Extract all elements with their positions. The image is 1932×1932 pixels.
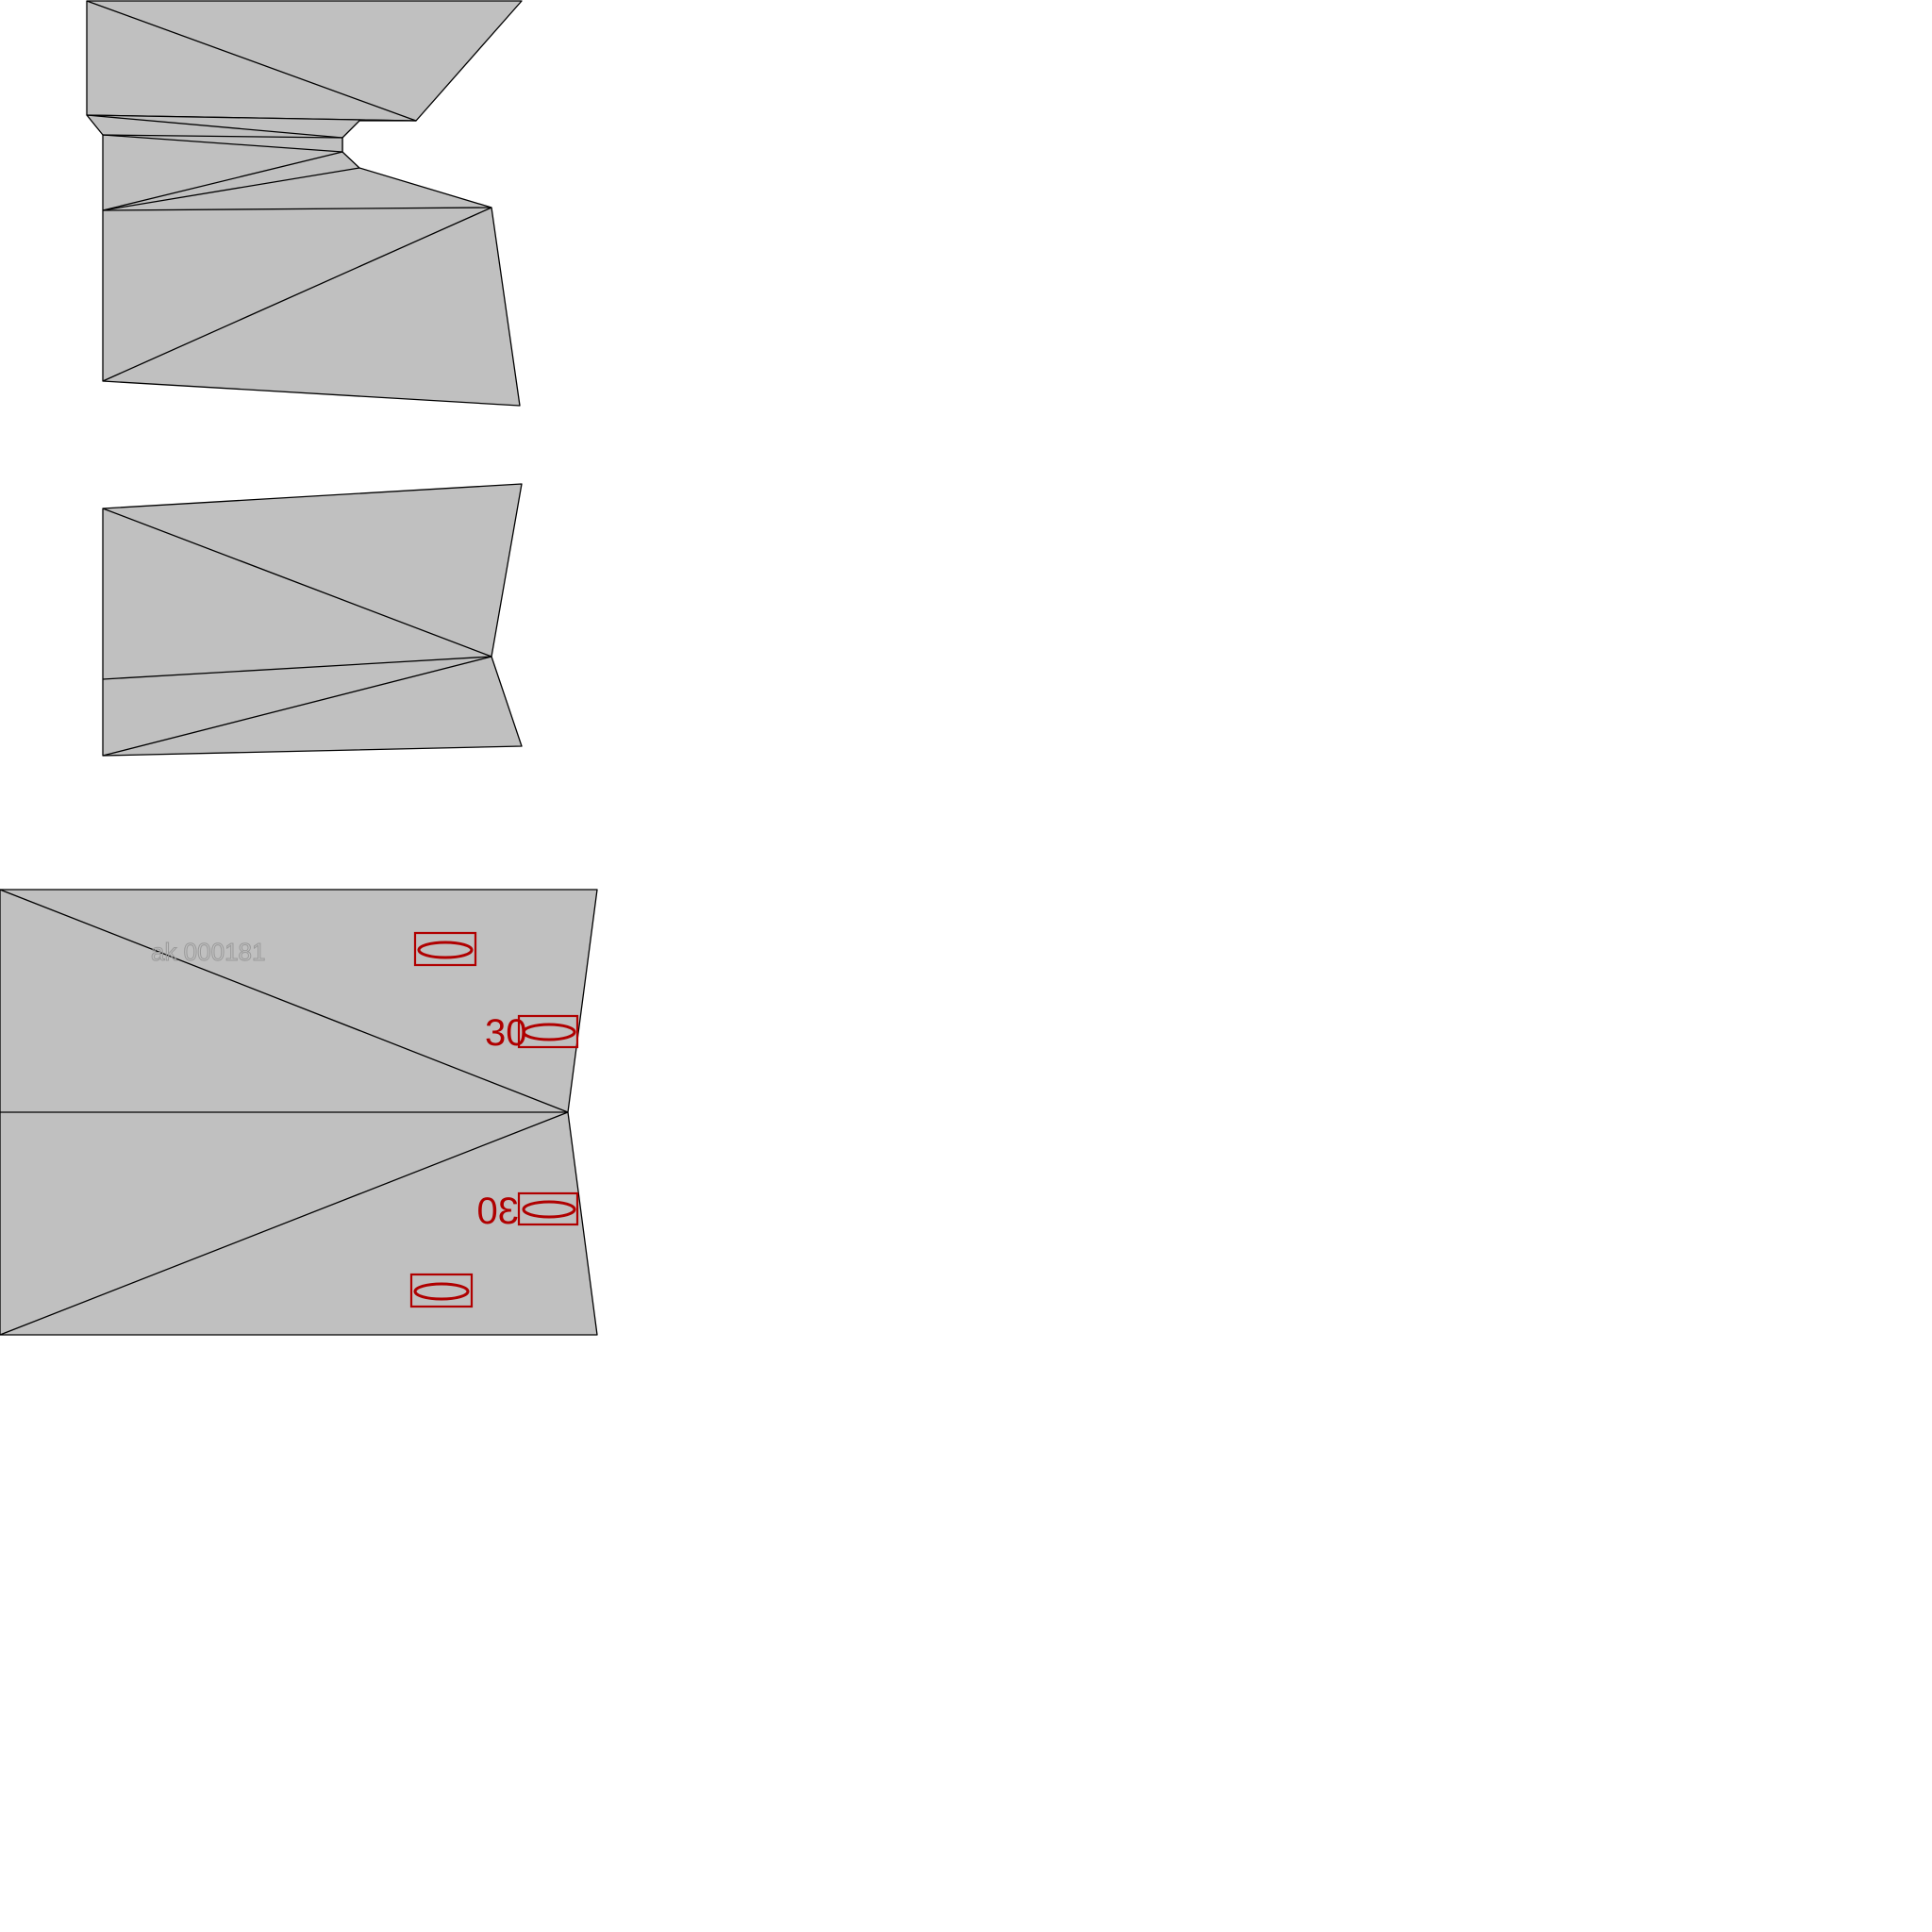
uv-island-middle [102, 483, 523, 757]
uv-layout-canvas: ak 000181 30 30 [0, 0, 598, 1336]
faint-code-label: ak 000181 [151, 938, 265, 966]
uv-island-bottom: ak 000181 30 30 [0, 889, 598, 1336]
uv-island-top [86, 0, 523, 407]
island-top-face-1 [86, 0, 523, 122]
marking-lower-30-number: 30 [477, 1191, 520, 1232]
island-middle-outline [102, 483, 523, 757]
